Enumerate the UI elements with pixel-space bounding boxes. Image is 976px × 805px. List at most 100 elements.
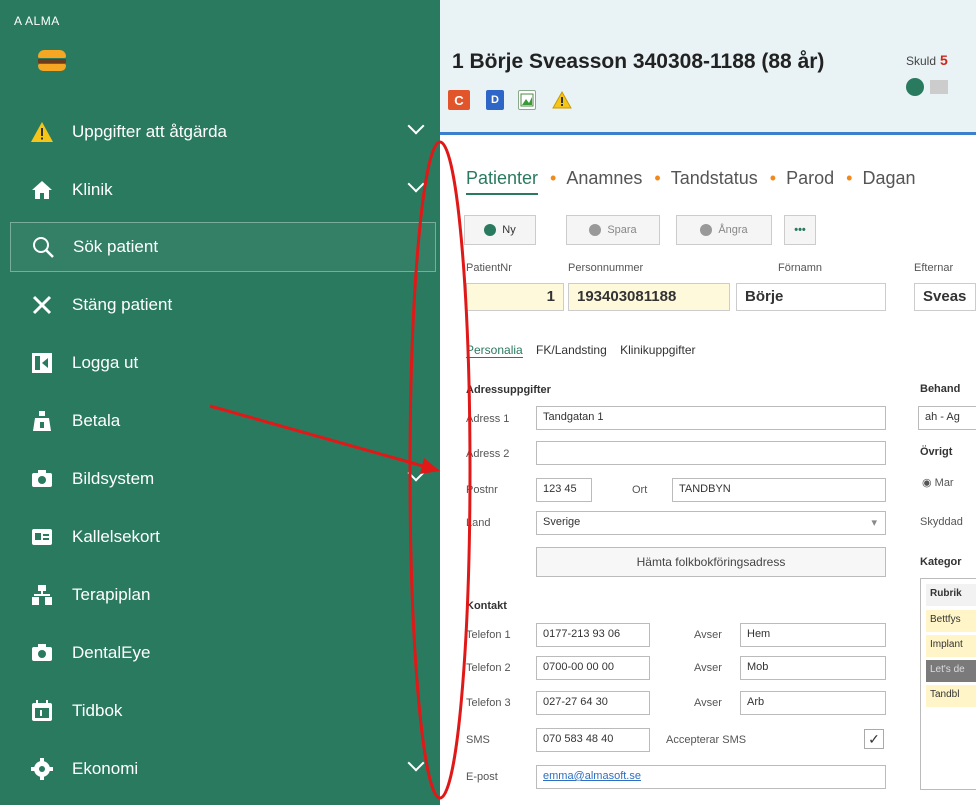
warning-icon[interactable] bbox=[552, 90, 572, 110]
address-section-title: Adressuppgifter bbox=[466, 384, 551, 396]
sidebar-item-bildsystem[interactable]: Bildsystem bbox=[0, 454, 440, 504]
fetch-address-button[interactable]: Hämta folkbokföringsadress bbox=[536, 547, 886, 577]
sidebar-item-dentaleye[interactable]: DentalEye bbox=[0, 628, 440, 678]
behandlare-input[interactable]: ah - Ag bbox=[918, 406, 976, 430]
camera-icon bbox=[30, 467, 54, 491]
adress2-input[interactable] bbox=[536, 441, 886, 465]
kategori-label: Kategor bbox=[920, 556, 962, 568]
subtab-klinikuppgifter[interactable]: Klinikuppgifter bbox=[620, 343, 695, 357]
main-tabs: Patienter • Anamnes • Tandstatus • Parod • D… bbox=[466, 168, 928, 195]
radio-option[interactable]: ◉ Mar bbox=[922, 476, 954, 489]
patient-header-bar: 1 Börje Sveasson 340308-1188 (88 år) Sku… bbox=[440, 0, 976, 135]
telefon1-input[interactable]: 0177-213 93 06 bbox=[536, 623, 650, 647]
chevron-down-icon bbox=[407, 754, 425, 772]
tab-tandstatus[interactable]: Tandstatus bbox=[671, 168, 758, 195]
new-button[interactable]: Ny bbox=[464, 215, 536, 245]
sidebar-item-klinik[interactable]: Klinik bbox=[0, 165, 440, 215]
ovrigt-label: Övrigt bbox=[920, 446, 953, 458]
email-label: E-post bbox=[466, 771, 498, 783]
tab-anamnes[interactable]: Anamnes bbox=[566, 168, 642, 195]
postnr-input[interactable]: 123 45 bbox=[536, 478, 592, 502]
sidebar-item-label: Uppgifter att åtgärda bbox=[72, 122, 227, 141]
sidebar-item-label: Betala bbox=[72, 411, 121, 430]
sidebar-item-label: Klinik bbox=[72, 180, 113, 199]
tab-parod[interactable]: Parod bbox=[786, 168, 834, 195]
adress1-input[interactable]: Tandgatan 1 bbox=[536, 406, 886, 430]
avser-label: Avser bbox=[694, 697, 722, 709]
kategori-row[interactable]: Let's de bbox=[926, 660, 976, 682]
hamburger-menu-icon[interactable] bbox=[38, 50, 66, 72]
undo-button[interactable]: Ångra bbox=[676, 215, 772, 245]
card-icon bbox=[30, 525, 54, 549]
warning-icon bbox=[30, 120, 54, 144]
sidebar-item-tidbok[interactable]: Tidbok bbox=[0, 686, 440, 736]
chevron-down-icon bbox=[407, 175, 425, 193]
sidebar-item-label: DentalEye bbox=[72, 643, 151, 662]
sidebar-item-betala[interactable]: Betala bbox=[0, 396, 440, 446]
image-icon[interactable] bbox=[518, 90, 536, 110]
postnr-label: Postnr bbox=[466, 484, 498, 496]
patientnr-field[interactable]: 1 bbox=[466, 283, 564, 311]
avser2-input[interactable]: Mob bbox=[740, 656, 886, 680]
avser1-input[interactable]: Hem bbox=[740, 623, 886, 647]
telefon1-label: Telefon 1 bbox=[466, 629, 511, 641]
land-select[interactable]: Sverige ▾ bbox=[536, 511, 886, 535]
search-icon bbox=[31, 235, 55, 259]
telefon3-input[interactable]: 027-27 64 30 bbox=[536, 691, 650, 715]
sidebar-item-label: Bildsystem bbox=[72, 469, 155, 488]
sidebar-item-label: Logga ut bbox=[72, 353, 139, 372]
badge-d[interactable]: D bbox=[486, 90, 504, 110]
email-input[interactable]: emma@almasoft.se bbox=[536, 765, 886, 789]
ort-input[interactable]: TANDBYN bbox=[672, 478, 886, 502]
avser-label: Avser bbox=[694, 629, 722, 641]
sidebar-item-uppgifter[interactable]: Uppgifter att åtgärda bbox=[0, 107, 440, 157]
sidebar-item-sok-patient[interactable]: Sök patient bbox=[10, 222, 436, 272]
sms-input[interactable]: 070 583 48 40 bbox=[536, 728, 650, 752]
tab-patienter[interactable]: Patienter bbox=[466, 168, 539, 195]
avser3-input[interactable]: Arb bbox=[740, 691, 886, 715]
undo-icon bbox=[700, 224, 713, 236]
sms-label: SMS bbox=[466, 734, 490, 746]
pay-icon bbox=[30, 409, 54, 433]
subtab-personalia[interactable]: Personalia bbox=[466, 343, 523, 358]
kategori-row[interactable]: Tandbl bbox=[926, 685, 976, 707]
plus-icon bbox=[484, 224, 497, 236]
document-icon[interactable] bbox=[930, 80, 948, 94]
info-icon[interactable] bbox=[906, 78, 924, 96]
save-icon bbox=[589, 224, 602, 236]
sidebar-item-ekonomi[interactable]: Ekonomi bbox=[0, 744, 440, 794]
main-panel: 1 Börje Sveasson 340308-1188 (88 år) Sku… bbox=[440, 0, 976, 805]
subtab-fk-landsting[interactable]: FK/Landsting bbox=[536, 343, 607, 357]
badge-c[interactable]: C bbox=[448, 90, 470, 110]
sidebar-item-terapiplan[interactable]: Terapiplan bbox=[0, 570, 440, 620]
contact-section-title: Kontakt bbox=[466, 600, 507, 612]
kategori-row[interactable]: Implant bbox=[926, 635, 976, 657]
sidebar-item-kallelsekort[interactable]: Kallelsekort bbox=[0, 512, 440, 562]
telefon2-input[interactable]: 0700-00 00 00 bbox=[536, 656, 650, 680]
tree-icon bbox=[30, 583, 54, 607]
fornamn-field[interactable]: Börje bbox=[736, 283, 886, 311]
accept-sms-checkbox[interactable]: ✓ bbox=[864, 729, 884, 749]
behandlare-label: Behand bbox=[920, 383, 961, 395]
gear-icon bbox=[30, 757, 54, 781]
personnummer-field[interactable]: 193403081188 bbox=[568, 283, 730, 311]
efternamn-field[interactable]: Sveas bbox=[914, 283, 976, 311]
sub-tabs: Personalia FK/Landsting Klinikuppgifter bbox=[466, 343, 705, 358]
sidebar: A ALMA Uppgifter att åtgärda Klinik Sök … bbox=[0, 0, 440, 805]
avser-label: Avser bbox=[694, 662, 722, 674]
sidebar-item-logga-ut[interactable]: Logga ut bbox=[0, 338, 440, 388]
sidebar-item-label: Sök patient bbox=[73, 237, 159, 256]
tab-dagan[interactable]: Dagan bbox=[862, 168, 915, 195]
adress1-label: Adress 1 bbox=[466, 413, 510, 425]
app-title: A ALMA bbox=[14, 14, 60, 28]
kategori-row[interactable]: Bettfys bbox=[926, 610, 976, 632]
accept-sms-label: Accepterar SMS bbox=[666, 734, 747, 746]
chevron-down-icon bbox=[407, 117, 425, 135]
more-button[interactable]: ••• bbox=[784, 215, 816, 245]
save-button[interactable]: Spara bbox=[566, 215, 660, 245]
sidebar-item-stang-patient[interactable]: Stäng patient bbox=[0, 280, 440, 330]
home-icon bbox=[30, 178, 54, 202]
personnummer-label: Personnummer bbox=[568, 262, 644, 274]
sidebar-item-label: Kallelsekort bbox=[72, 527, 160, 546]
logout-icon bbox=[30, 351, 54, 375]
